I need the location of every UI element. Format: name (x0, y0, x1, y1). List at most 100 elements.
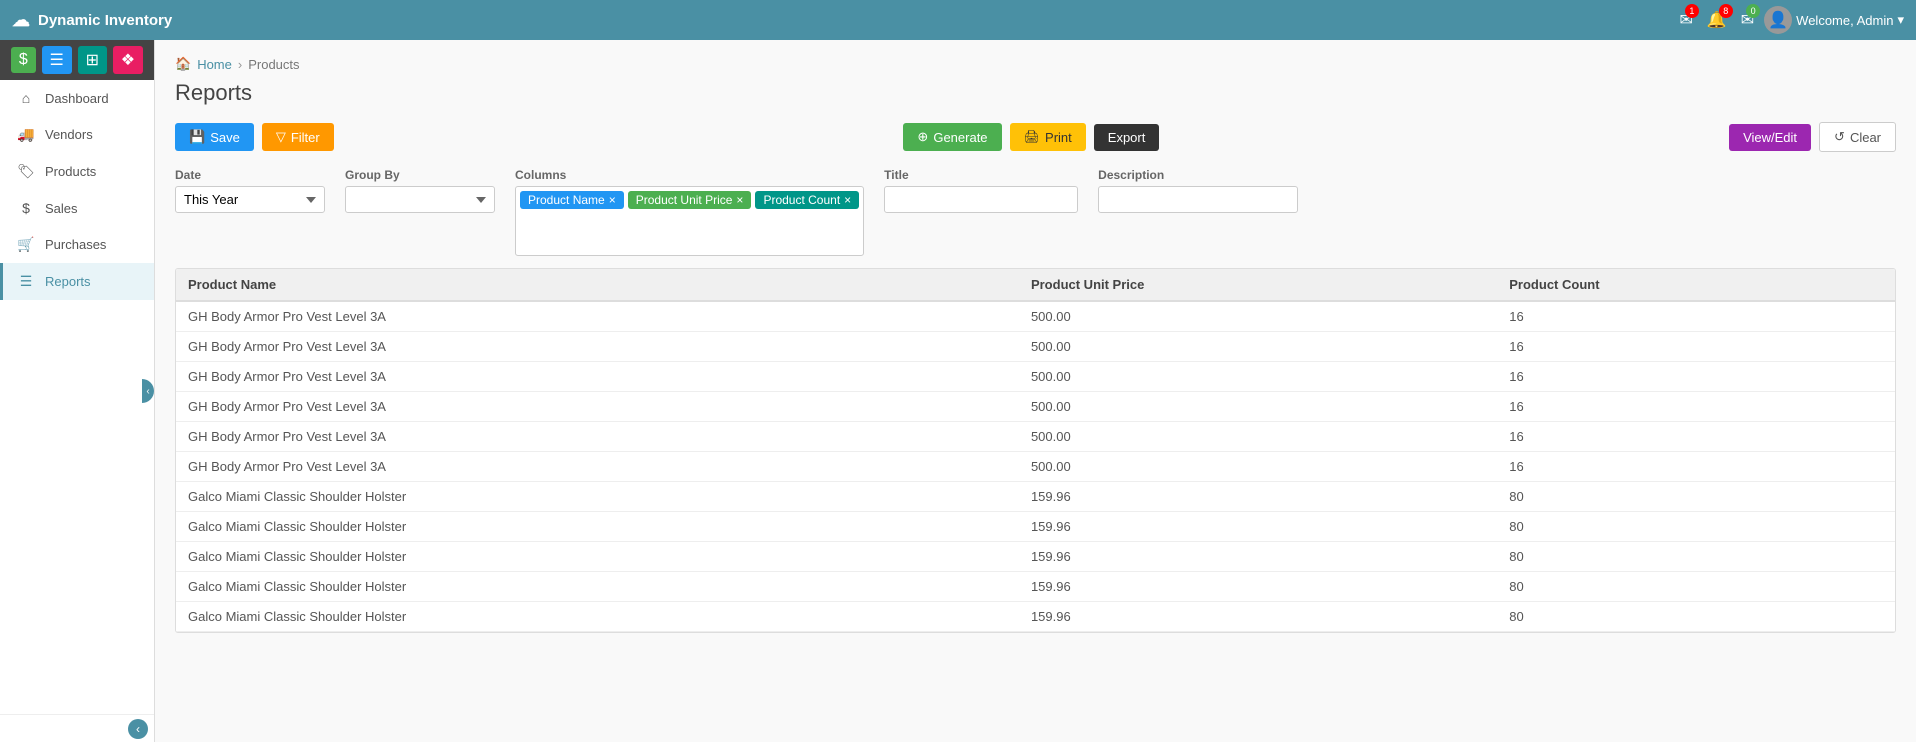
group-by-select[interactable] (345, 186, 495, 213)
table-cell-0: GH Body Armor Pro Vest Level 3A (176, 452, 1019, 482)
navbar-right: ✉ 1 🔔 8 ✉ 0 👤 Welcome, Admin ▾ (1675, 6, 1904, 34)
table-row: GH Body Armor Pro Vest Level 3A500.0016 (176, 452, 1895, 482)
table-cell-2: 80 (1497, 572, 1895, 602)
tag-product-count-close[interactable]: × (844, 194, 851, 206)
dollar-sidebar-icon[interactable]: $ (11, 47, 36, 73)
products-icon: 🏷 (17, 163, 35, 180)
filter-button[interactable]: ▽ Filter (262, 123, 334, 151)
brand: ☁ Dynamic Inventory (12, 10, 1675, 31)
generate-label: Generate (933, 130, 987, 145)
messages-button[interactable]: ✉ 1 (1675, 6, 1696, 34)
breadcrumb-home[interactable]: Home (197, 57, 232, 72)
table-cell-1: 159.96 (1019, 542, 1497, 572)
export-label: Export (1108, 130, 1146, 145)
table-scroll[interactable]: Product Name Product Unit Price Product … (176, 269, 1895, 632)
email-button[interactable]: ✉ 0 (1737, 6, 1758, 34)
sidebar-item-sales[interactable]: $ Sales (0, 190, 154, 226)
table-row: Galco Miami Classic Shoulder Holster159.… (176, 482, 1895, 512)
col-header-product-name: Product Name (176, 269, 1019, 301)
title-label: Title (884, 168, 1078, 182)
main-content: 🏠 Home › Products Reports 💾 Save ▽ Filte… (155, 40, 1916, 742)
sidebar-item-dashboard[interactable]: ⌂ Dashboard (0, 80, 154, 116)
save-button[interactable]: 💾 Save (175, 123, 254, 151)
sidebar-item-label: Purchases (45, 237, 106, 252)
sidebar-item-label: Dashboard (45, 91, 109, 106)
table-cell-2: 80 (1497, 512, 1895, 542)
table-cell-2: 16 (1497, 422, 1895, 452)
messages-badge: 1 (1685, 4, 1699, 18)
tag-product-unit-price: Product Unit Price × (628, 191, 752, 209)
chevron-down-icon: ▾ (1897, 12, 1904, 28)
view-edit-button[interactable]: View/Edit (1729, 124, 1811, 151)
table-row: GH Body Armor Pro Vest Level 3A500.0016 (176, 332, 1895, 362)
title-input[interactable] (884, 186, 1078, 213)
grid-sidebar-icon[interactable]: ❖ (113, 46, 143, 74)
description-input[interactable] (1098, 186, 1298, 213)
tag-product-count: Product Count × (755, 191, 859, 209)
table-cell-2: 16 (1497, 392, 1895, 422)
cloud-icon: ☁ (12, 10, 30, 31)
filter-icon: ▽ (276, 129, 286, 145)
export-button[interactable]: Export (1094, 124, 1160, 151)
table-row: GH Body Armor Pro Vest Level 3A500.0016 (176, 422, 1895, 452)
table-row: Galco Miami Classic Shoulder Holster159.… (176, 542, 1895, 572)
table-cell-2: 80 (1497, 542, 1895, 572)
table-row: GH Body Armor Pro Vest Level 3A500.0016 (176, 301, 1895, 332)
generate-icon: ⊕ (917, 129, 928, 145)
box-sidebar-icon[interactable]: ⊞ (78, 46, 107, 74)
table-cell-1: 500.00 (1019, 332, 1497, 362)
user-menu-button[interactable]: 👤 Welcome, Admin ▾ (1764, 6, 1904, 34)
sidebar-icon-bar: $ ☰ ⊞ ❖ (0, 40, 154, 80)
table-row: GH Body Armor Pro Vest Level 3A500.0016 (176, 392, 1895, 422)
report-table: Product Name Product Unit Price Product … (176, 269, 1895, 632)
table-cell-0: GH Body Armor Pro Vest Level 3A (176, 332, 1019, 362)
print-button[interactable]: 🖨 Print (1010, 123, 1086, 151)
columns-container: Product Name × Product Unit Price × Prod… (515, 186, 864, 256)
table-row: Galco Miami Classic Shoulder Holster159.… (176, 512, 1895, 542)
sidebar-item-label: Reports (45, 274, 91, 289)
save-label: Save (210, 130, 240, 145)
page-title: Reports (175, 80, 1896, 106)
notifications-button[interactable]: 🔔 8 (1703, 6, 1731, 34)
print-label: Print (1045, 130, 1072, 145)
list-sidebar-icon[interactable]: ☰ (42, 46, 72, 74)
date-select[interactable]: This Year Last Year This Month Last Mont… (175, 186, 325, 213)
table-cell-1: 159.96 (1019, 482, 1497, 512)
table-cell-0: GH Body Armor Pro Vest Level 3A (176, 362, 1019, 392)
breadcrumb-current: Products (248, 57, 299, 72)
clear-button[interactable]: ↺ Clear (1819, 122, 1896, 152)
table-cell-2: 16 (1497, 301, 1895, 332)
clear-icon: ↺ (1834, 129, 1845, 145)
table-cell-2: 16 (1497, 452, 1895, 482)
vendors-icon: 🚚 (17, 126, 35, 143)
sidebar-item-label: Products (45, 164, 96, 179)
save-icon: 💾 (189, 129, 205, 145)
table-cell-1: 159.96 (1019, 572, 1497, 602)
sidebar-item-products[interactable]: 🏷 Products (0, 153, 154, 190)
col-header-product-unit-price: Product Unit Price (1019, 269, 1497, 301)
table-cell-0: Galco Miami Classic Shoulder Holster (176, 542, 1019, 572)
user-welcome-label: Welcome, Admin (1796, 13, 1893, 28)
generate-button[interactable]: ⊕ Generate (903, 123, 1001, 151)
view-edit-label: View/Edit (1743, 130, 1797, 145)
avatar: 👤 (1764, 6, 1792, 34)
table-cell-2: 80 (1497, 602, 1895, 632)
date-filter-group: Date This Year Last Year This Month Last… (175, 168, 325, 213)
sidebar: $ ☰ ⊞ ❖ ⌂ Dashboard 🚚 Vendors 🏷 Products… (0, 40, 155, 742)
columns-filter-group: Columns Product Name × Product Unit Pric… (515, 168, 864, 256)
reports-icon: ☰ (17, 273, 35, 290)
table-cell-1: 500.00 (1019, 362, 1497, 392)
tag-product-unit-price-close[interactable]: × (736, 194, 743, 206)
collapse-sidebar-button[interactable]: ‹ (128, 719, 148, 739)
sidebar-item-vendors[interactable]: 🚚 Vendors (0, 116, 154, 153)
sidebar-item-purchases[interactable]: 🛒 Purchases (0, 226, 154, 263)
table-cell-0: GH Body Armor Pro Vest Level 3A (176, 422, 1019, 452)
table-cell-1: 500.00 (1019, 422, 1497, 452)
sidebar-item-label: Vendors (45, 127, 93, 142)
tag-product-count-label: Product Count (763, 193, 840, 207)
sidebar-item-reports[interactable]: ☰ Reports (0, 263, 154, 300)
home-icon: 🏠 (175, 56, 191, 72)
brand-title: Dynamic Inventory (38, 12, 172, 29)
tag-product-name-close[interactable]: × (609, 194, 616, 206)
table-cell-0: GH Body Armor Pro Vest Level 3A (176, 392, 1019, 422)
